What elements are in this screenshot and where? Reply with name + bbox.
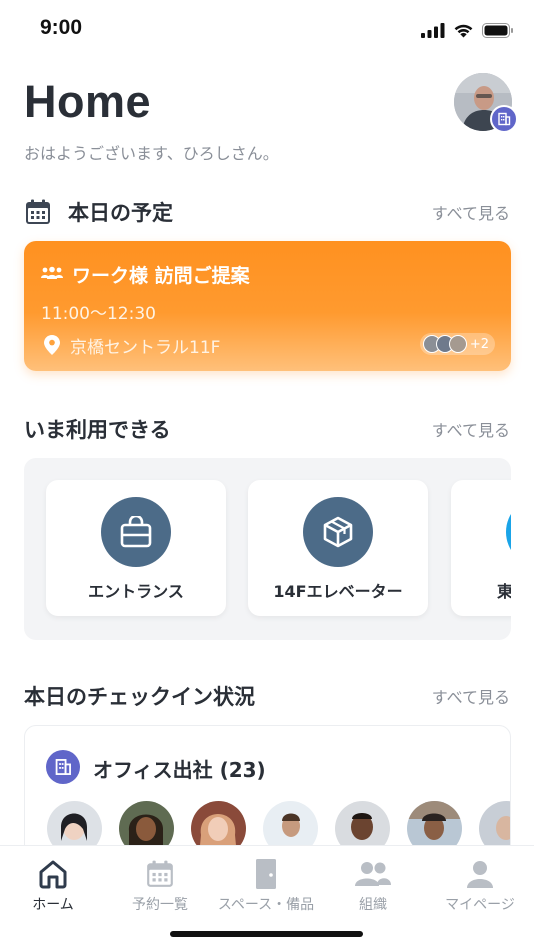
tab-label: ホーム <box>32 897 74 913</box>
building-icon <box>46 750 80 784</box>
attendee-avatars[interactable]: +2 <box>419 333 495 355</box>
greeting-text: おはようございます、ひろしさん。 <box>24 144 279 163</box>
available-section-header: いま利用できる すべて見る <box>24 414 510 444</box>
schedule-see-all-link[interactable]: すべて見る <box>432 200 510 224</box>
bag-icon <box>101 497 171 567</box>
office-checkin-title: オフィス出社 (23) <box>93 758 266 782</box>
tab-mypage[interactable]: マイページ <box>427 846 533 916</box>
space-label: エントランス <box>88 582 184 601</box>
checkin-title: 本日のチェックイン状況 <box>24 685 255 709</box>
space-card-entrance[interactable]: エントランス <box>46 480 226 616</box>
status-icons <box>421 22 514 38</box>
status-bar: 9:00 <box>0 0 534 60</box>
group-icon <box>41 266 63 279</box>
location-pin-icon <box>44 335 60 355</box>
calendar-icon <box>26 199 50 224</box>
event-card[interactable]: ワーク様 訪問ご提案 11:00〜12:30 京橋セントラル11F +2 <box>24 241 511 371</box>
building-icon <box>490 105 518 133</box>
partial-icon <box>506 497 511 567</box>
checkin-see-all-link[interactable]: すべて見る <box>432 684 510 708</box>
tab-label: スペース・備品 <box>217 897 315 913</box>
tab-home[interactable]: ホーム <box>0 846 106 916</box>
tab-label: 予約一覧 <box>132 897 188 913</box>
space-card-partial[interactable]: 東 <box>451 480 511 616</box>
tab-organization[interactable]: 組織 <box>320 846 426 916</box>
schedule-section-header: 本日の予定 すべて見る <box>24 197 510 227</box>
event-location: 京橋セントラル11F <box>70 338 221 358</box>
box-icon <box>303 497 373 567</box>
tab-label: マイページ <box>445 897 515 913</box>
home-icon <box>0 856 106 892</box>
available-see-all-link[interactable]: すべて見る <box>432 417 510 441</box>
status-time: 9:00 <box>40 16 83 39</box>
office-checkin-card[interactable]: オフィス出社 (23) <box>24 725 511 865</box>
tab-label: 組織 <box>359 897 387 913</box>
attendee-avatar <box>448 335 467 353</box>
signal-icon <box>421 22 445 38</box>
door-icon <box>213 856 319 892</box>
tab-reservations[interactable]: 予約一覧 <box>107 846 213 916</box>
wifi-icon <box>454 24 473 38</box>
profile-avatar-button[interactable] <box>454 73 518 133</box>
space-card-elevator[interactable]: 14Fエレベーター <box>248 480 428 616</box>
battery-icon <box>482 22 513 38</box>
tab-spaces[interactable]: スペース・備品 <box>213 846 319 916</box>
available-spaces-carousel[interactable]: エントランス 14Fエレベーター 東 <box>24 458 511 640</box>
schedule-title: 本日の予定 <box>68 201 173 225</box>
space-label: 14Fエレベーター <box>273 582 403 601</box>
event-title: ワーク様 訪問ご提案 <box>72 265 250 287</box>
event-time: 11:00〜12:30 <box>41 304 156 324</box>
checkin-section-header: 本日のチェックイン状況 すべて見る <box>24 681 510 711</box>
page-title: Home <box>24 76 152 127</box>
people-icon <box>320 856 426 892</box>
home-indicator[interactable] <box>170 931 363 937</box>
available-title: いま利用できる <box>24 418 171 442</box>
calendar-icon <box>107 856 213 892</box>
person-icon <box>427 856 533 892</box>
space-label: 東 <box>497 582 511 601</box>
attendee-extra-count: +2 <box>469 336 489 352</box>
